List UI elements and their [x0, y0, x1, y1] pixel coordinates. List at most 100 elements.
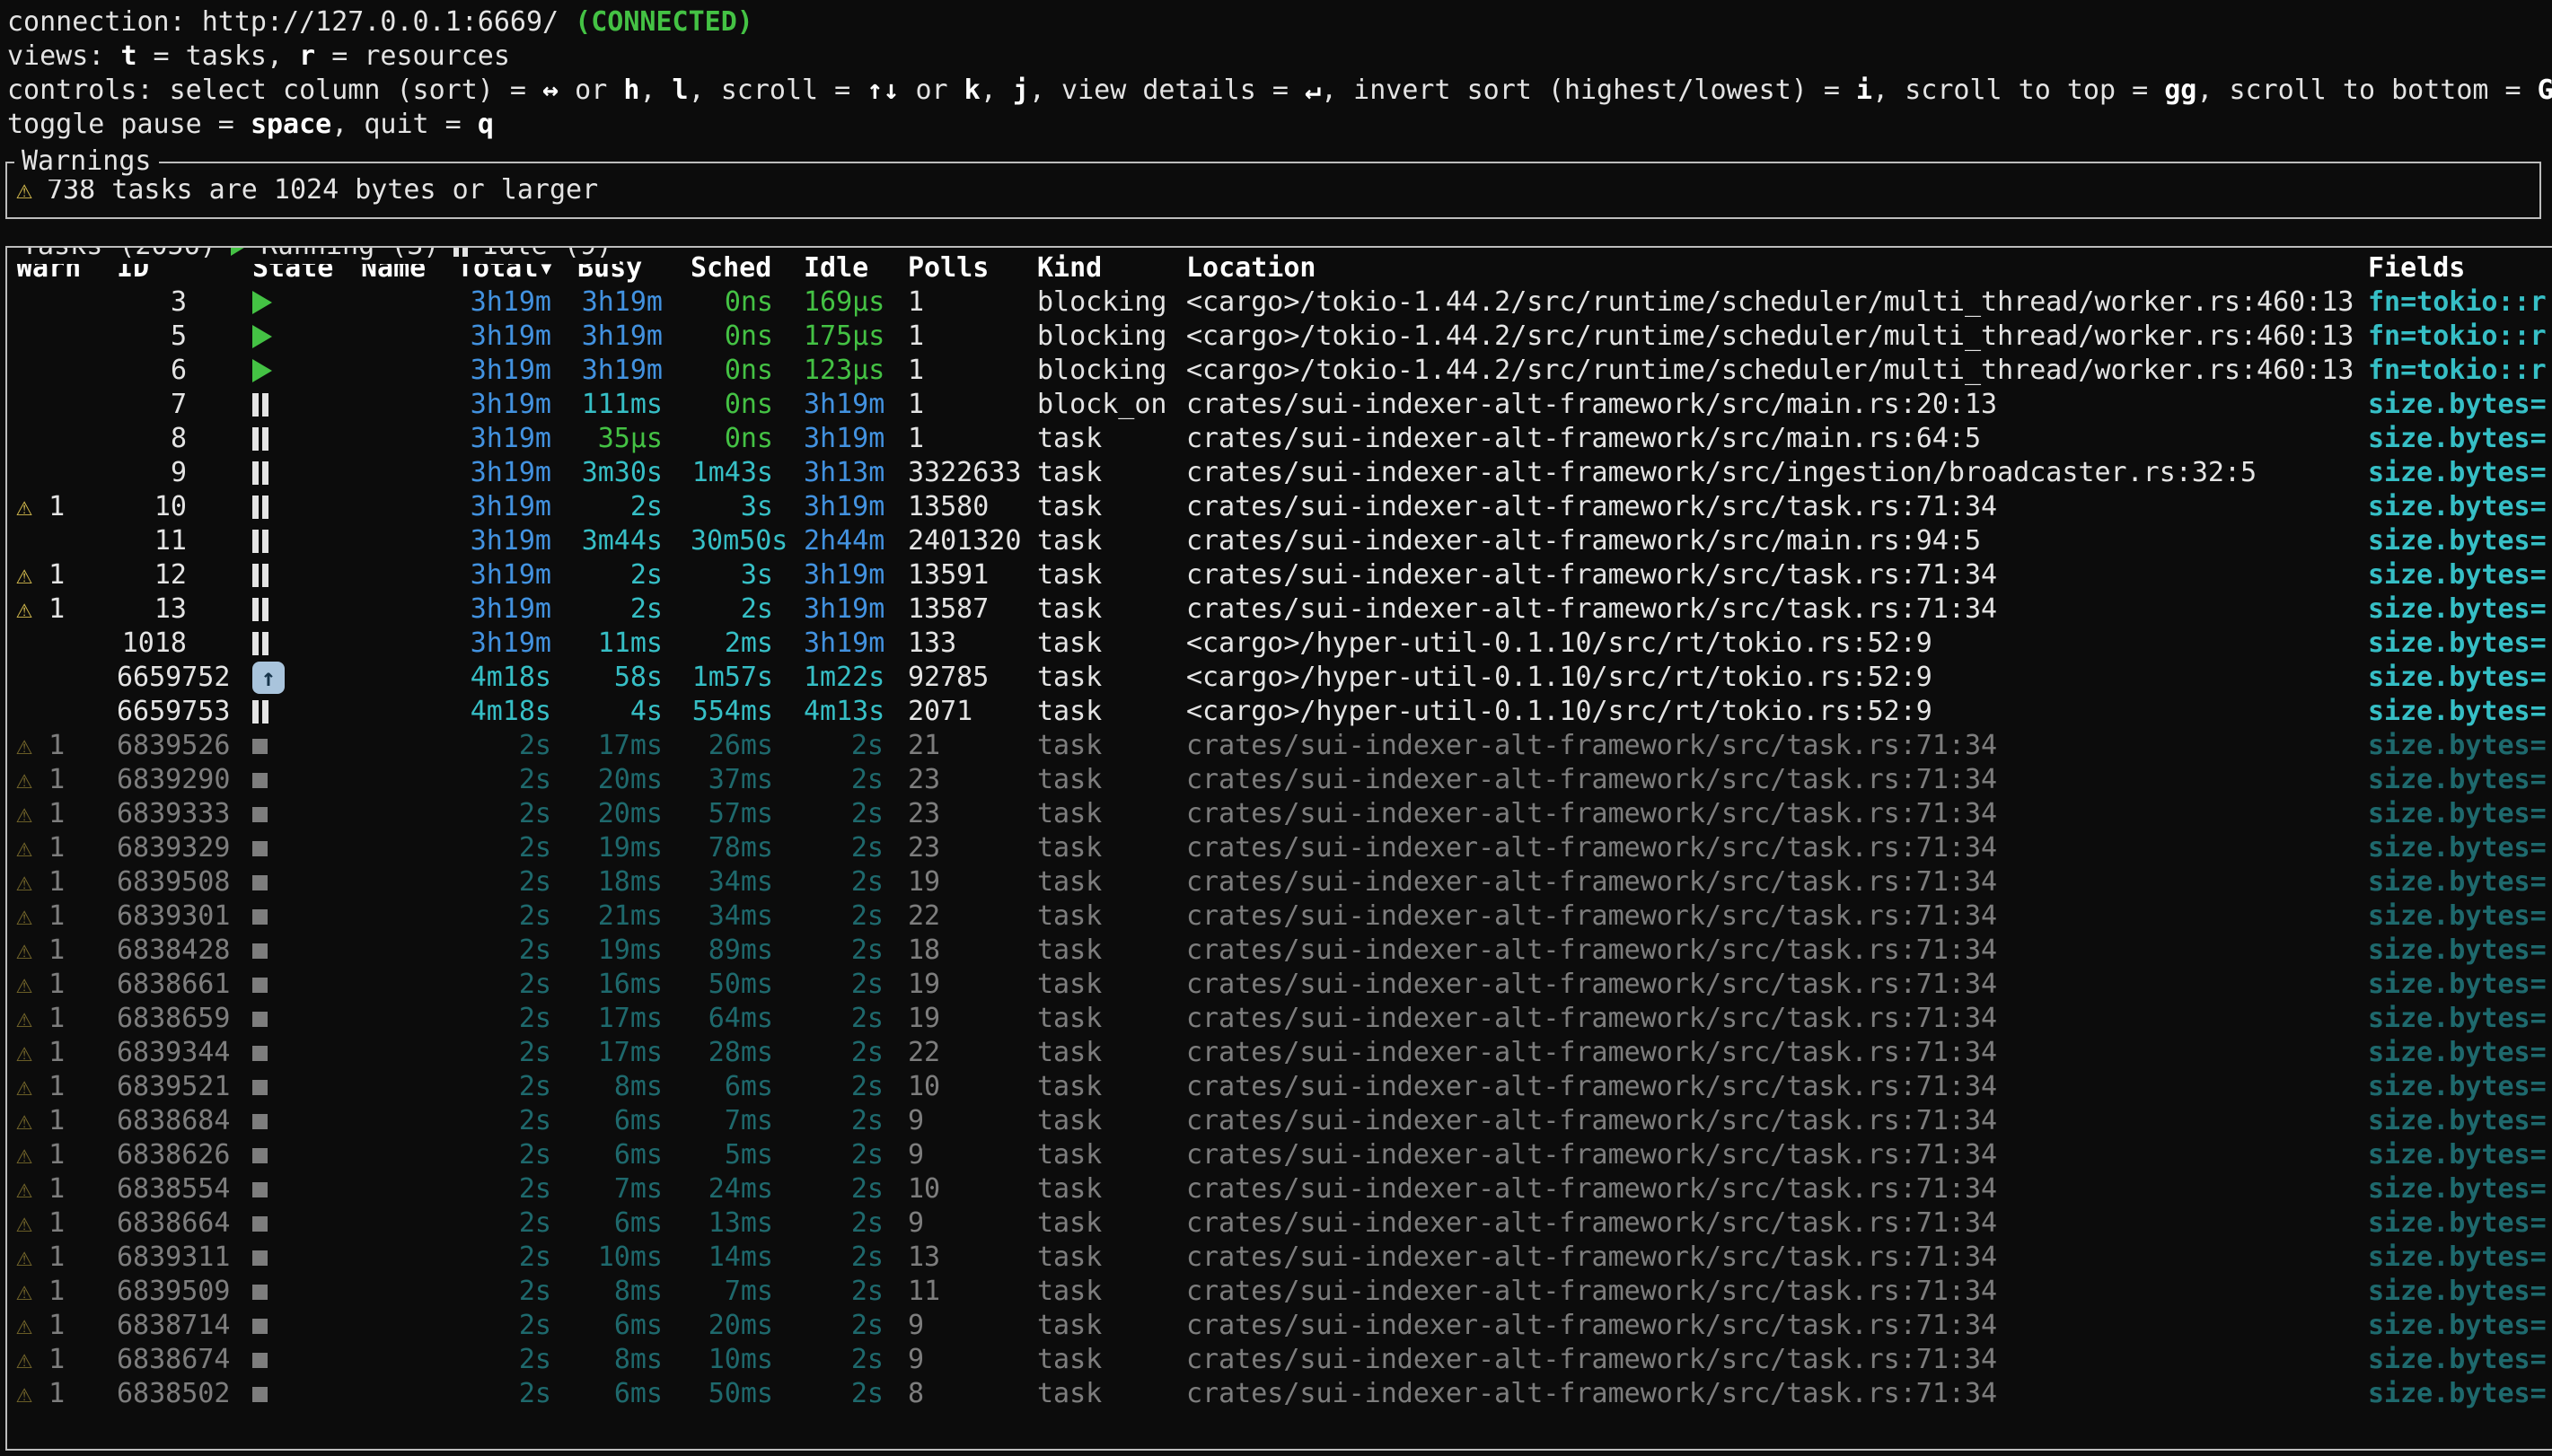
task-warn-count: 1 [32, 866, 65, 898]
task-fields-cell: fn=tokio::r [2368, 354, 2552, 388]
task-busy-cell: 10ms [577, 1241, 691, 1275]
state-idle-icon [252, 632, 268, 655]
task-location-cell: crates/sui-indexer-alt-framework/src/tas… [1186, 1036, 2368, 1070]
task-busy-cell: 8ms [577, 1343, 691, 1377]
column-header-fields[interactable]: Fields [2368, 251, 2552, 285]
task-row-9[interactable]: 93h19m3m30s1m43s3h13m3322633taskcrates/s… [16, 456, 2552, 490]
task-row-6838659[interactable]: ⚠ 168386592s17ms64ms2s19taskcrates/sui-i… [16, 1002, 2552, 1036]
task-polls-cell: 22 [908, 1036, 1037, 1070]
task-row-6839344[interactable]: ⚠ 168393442s17ms28ms2s22taskcrates/sui-i… [16, 1036, 2552, 1070]
task-polls-cell: 21 [908, 729, 1037, 763]
task-row-6659752[interactable]: 6659752↑4m18s58s1m57s1m22s92785task<carg… [16, 661, 2552, 695]
column-header-sched[interactable]: Sched [691, 251, 804, 285]
task-total-cell: 2s [457, 1206, 577, 1241]
task-row-6838554[interactable]: ⚠ 168385542s7ms24ms2s10taskcrates/sui-in… [16, 1172, 2552, 1206]
task-busy-cell: 8ms [577, 1070, 691, 1104]
task-kind-cell: task [1037, 1206, 1186, 1241]
task-row-6839311[interactable]: ⚠ 168393112s10ms14ms2s13taskcrates/sui-i… [16, 1241, 2552, 1275]
task-polls-cell: 133 [908, 627, 1037, 661]
task-id-cell: 6839509 [117, 1275, 252, 1309]
task-idle-cell: 2s [804, 1377, 908, 1411]
task-row-6838664[interactable]: ⚠ 168386642s6ms13ms2s9taskcrates/sui-ind… [16, 1206, 2552, 1241]
task-row-6838674[interactable]: ⚠ 168386742s8ms10ms2s9taskcrates/sui-ind… [16, 1343, 2552, 1377]
task-row-6838428[interactable]: ⚠ 168384282s19ms89ms2s18taskcrates/sui-i… [16, 934, 2552, 968]
task-polls-cell: 11 [908, 1275, 1037, 1309]
task-warn-cell: ⚠ 1 [16, 592, 117, 627]
task-row-12[interactable]: ⚠ 1123h19m2s3s3h19m13591taskcrates/sui-i… [16, 558, 2552, 592]
task-row-6838626[interactable]: ⚠ 168386262s6ms5ms2s9taskcrates/sui-inde… [16, 1138, 2552, 1172]
task-warn-cell: ⚠ 1 [16, 1206, 117, 1241]
task-row-6659753[interactable]: 66597534m18s4s554ms4m13s2071task<cargo>/… [16, 695, 2552, 729]
task-sched-cell: 64ms [691, 1002, 804, 1036]
task-idle-cell: 2s [804, 1070, 908, 1104]
task-row-1018[interactable]: 10183h19m11ms2ms3h19m133task<cargo>/hype… [16, 627, 2552, 661]
task-row-11[interactable]: 113h19m3m44s30m50s2h44m2401320taskcrates… [16, 524, 2552, 558]
task-location-cell: crates/sui-indexer-alt-framework/src/tas… [1186, 899, 2368, 934]
task-row-7[interactable]: 73h19m111ms0ns3h19m1block_oncrates/sui-i… [16, 388, 2552, 422]
state-stopped-icon [252, 1182, 268, 1197]
task-row-6838714[interactable]: ⚠ 168387142s6ms20ms2s9taskcrates/sui-ind… [16, 1309, 2552, 1343]
task-warn-count: 1 [32, 1344, 65, 1375]
task-warn-cell: ⚠ 1 [16, 968, 117, 1002]
task-warn-count: 1 [32, 1276, 65, 1307]
state-running-icon [252, 359, 272, 382]
task-state-cell [252, 1080, 361, 1095]
task-row-6839290[interactable]: ⚠ 168392902s20ms37ms2s23taskcrates/sui-i… [16, 763, 2552, 797]
task-row-6838661[interactable]: ⚠ 168386612s16ms50ms2s19taskcrates/sui-i… [16, 968, 2552, 1002]
task-idle-cell: 2s [804, 1309, 908, 1343]
task-row-3[interactable]: 33h19m3h19m0ns169µs1blocking<cargo>/toki… [16, 285, 2552, 320]
task-fields-cell: size.bytes= [2368, 831, 2552, 865]
task-sched-cell: 1m57s [691, 661, 804, 695]
task-row-8[interactable]: 83h19m35µs0ns3h19m1taskcrates/sui-indexe… [16, 422, 2552, 456]
task-row-10[interactable]: ⚠ 1103h19m2s3s3h19m13580taskcrates/sui-i… [16, 490, 2552, 524]
task-sched-cell: 0ns [691, 285, 804, 320]
task-idle-cell: 3h19m [804, 592, 908, 627]
line2-segment-3: r [299, 40, 315, 72]
state-stopped-icon [252, 1250, 268, 1266]
task-row-6838502[interactable]: ⚠ 168385022s6ms50ms2s8taskcrates/sui-ind… [16, 1377, 2552, 1411]
tasks-panel-title: Tasks (2056) Running (3) Idle (9) [14, 246, 620, 264]
task-row-6839333[interactable]: ⚠ 168393332s20ms57ms2s23taskcrates/sui-i… [16, 797, 2552, 831]
task-row-6839301[interactable]: ⚠ 168393012s21ms34ms2s22taskcrates/sui-i… [16, 899, 2552, 934]
state-stopped-icon [252, 875, 268, 890]
task-total-cell: 3h19m [457, 456, 577, 490]
column-header-idle[interactable]: Idle [804, 251, 908, 285]
warning-icon: ⚠ [16, 832, 32, 864]
task-busy-cell: 17ms [577, 729, 691, 763]
column-header-kind[interactable]: Kind [1037, 251, 1186, 285]
line4-segment-3: q [478, 109, 494, 140]
task-sched-cell: 6ms [691, 1070, 804, 1104]
task-row-6839526[interactable]: ⚠ 168395262s17ms26ms2s21taskcrates/sui-i… [16, 729, 2552, 763]
task-sched-cell: 78ms [691, 831, 804, 865]
task-state-cell [252, 530, 361, 553]
task-warn-cell: ⚠ 1 [16, 558, 117, 592]
task-total-cell: 2s [457, 1104, 577, 1138]
task-row-6839508[interactable]: ⚠ 168395082s18ms34ms2s19taskcrates/sui-i… [16, 865, 2552, 899]
task-sched-cell: 50ms [691, 1377, 804, 1411]
task-id-cell: 6659753 [117, 695, 252, 729]
task-kind-cell: task [1037, 1309, 1186, 1343]
task-row-6838684[interactable]: ⚠ 168386842s6ms7ms2s9taskcrates/sui-inde… [16, 1104, 2552, 1138]
task-sched-cell: 5ms [691, 1138, 804, 1172]
tokio-console-terminal: { "colors":{"bg":"#0c0c0c","fg":"#e4e4e4… [0, 0, 2552, 1456]
task-row-6839509[interactable]: ⚠ 168395092s8ms7ms2s11taskcrates/sui-ind… [16, 1275, 2552, 1309]
column-header-polls[interactable]: Polls [908, 251, 1037, 285]
task-fields-cell: size.bytes= [2368, 865, 2552, 899]
task-idle-cell: 2s [804, 729, 908, 763]
task-row-13[interactable]: ⚠ 1133h19m2s2s3h19m13587taskcrates/sui-i… [16, 592, 2552, 627]
task-row-5[interactable]: 53h19m3h19m0ns175µs1blocking<cargo>/toki… [16, 320, 2552, 354]
task-row-6839329[interactable]: ⚠ 168393292s19ms78ms2s23taskcrates/sui-i… [16, 831, 2552, 865]
warning-icon: ⚠ [16, 798, 32, 829]
column-header-location[interactable]: Location [1186, 251, 2368, 285]
task-fields-cell: size.bytes= [2368, 524, 2552, 558]
task-row-6839521[interactable]: ⚠ 168395212s8ms6ms2s10taskcrates/sui-ind… [16, 1070, 2552, 1104]
task-row-6[interactable]: 63h19m3h19m0ns123µs1blocking<cargo>/toki… [16, 354, 2552, 388]
task-warn-count: 1 [32, 1105, 65, 1136]
task-fields-cell: size.bytes= [2368, 1377, 2552, 1411]
task-fields-cell: size.bytes= [2368, 1343, 2552, 1377]
task-idle-cell: 2s [804, 1275, 908, 1309]
tasks-panel: Tasks (2056) Running (3) Idle (9) Warn I… [5, 246, 2552, 1451]
line1-segment-0: connection: http://127.0.0.1:6669/ [7, 6, 575, 38]
task-warn-cell: ⚠ 1 [16, 1309, 117, 1343]
task-state-cell [252, 1353, 361, 1368]
